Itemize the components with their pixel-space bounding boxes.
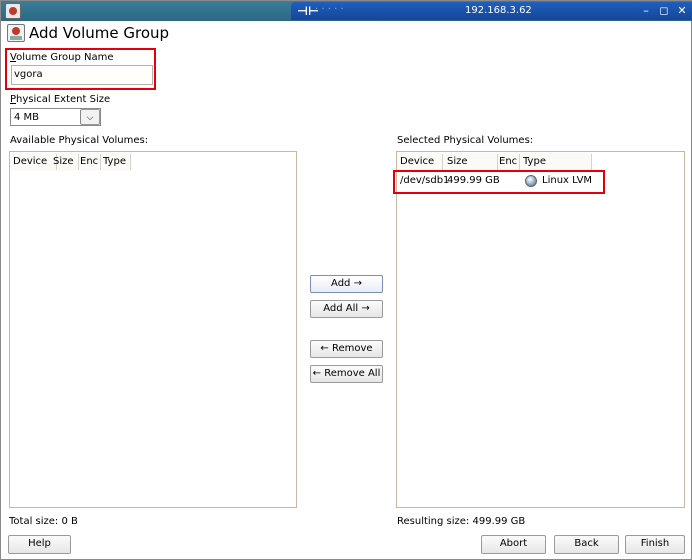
volume-group-icon — [7, 24, 25, 42]
column-divider — [519, 154, 520, 170]
close-icon[interactable]: ✕ — [675, 4, 689, 18]
abort-button[interactable]: Abort — [481, 535, 546, 554]
selected-pv-label: Selected Physical Volumes: — [397, 135, 534, 146]
remove-button[interactable]: ← Remove — [310, 340, 383, 358]
add-button[interactable]: Add → — [310, 275, 383, 293]
column-divider — [100, 154, 101, 170]
available-total-size: Total size: 0 B — [9, 516, 78, 527]
available-pv-label: Available Physical Volumes: — [10, 135, 149, 146]
resulting-size: Resulting size: 499.99 GB — [397, 516, 526, 527]
chevron-down-icon[interactable]: ⌵ — [80, 109, 100, 125]
selected-col-device[interactable]: Device — [400, 156, 434, 167]
selected-col-type[interactable]: Type — [523, 156, 546, 167]
selected-col-enc[interactable]: Enc — [499, 156, 517, 167]
remote-host-title: 192.168.3.62 — [465, 5, 532, 16]
extent-size-value: 4 MB — [14, 112, 40, 123]
add-all-button[interactable]: Add All → — [310, 300, 383, 318]
available-col-size[interactable]: Size — [53, 156, 74, 167]
page-title: Add Volume Group — [29, 24, 170, 42]
column-divider — [497, 154, 498, 170]
minimize-icon[interactable]: – — [639, 4, 653, 18]
selected-pv-table[interactable]: Device Size Enc Type /dev/sdb1 499.99 GB… — [396, 151, 685, 508]
vg-name-label: Volume Group Name — [10, 52, 114, 63]
column-divider — [591, 154, 592, 170]
available-col-device[interactable]: Device — [13, 156, 47, 167]
window-titlebar: ⊣⊢ · · · · · 192.168.3.62 – ◻ ✕ — [1, 1, 692, 21]
column-divider — [442, 154, 443, 170]
finish-button[interactable]: Finish — [625, 535, 685, 554]
vg-name-input[interactable]: vgora — [11, 65, 153, 85]
help-button[interactable]: Help — [8, 535, 71, 554]
available-col-enc[interactable]: Enc — [80, 156, 98, 167]
selected-col-size[interactable]: Size — [447, 156, 468, 167]
back-button[interactable]: Back — [554, 535, 619, 554]
remove-all-button[interactable]: ← Remove All — [310, 365, 383, 383]
column-divider — [78, 154, 79, 170]
column-divider — [130, 154, 131, 170]
available-pv-table[interactable]: Device Size Enc Type — [9, 151, 297, 508]
extent-size-select[interactable]: 4 MB ⌵ — [10, 108, 101, 126]
selected-row-highlight — [393, 170, 605, 194]
app-menu-icon[interactable] — [5, 3, 21, 19]
extent-size-label: Physical Extent Size — [10, 94, 111, 105]
remote-connection-bar: ⊣⊢ · · · · · 192.168.3.62 – ◻ ✕ — [291, 2, 692, 20]
restore-icon[interactable]: ◻ — [657, 4, 671, 18]
available-col-type[interactable]: Type — [103, 156, 126, 167]
remote-status-dots: · · · · · — [315, 4, 344, 15]
dialog-window: ⊣⊢ · · · · · 192.168.3.62 – ◻ ✕ Add Volu… — [0, 0, 692, 560]
